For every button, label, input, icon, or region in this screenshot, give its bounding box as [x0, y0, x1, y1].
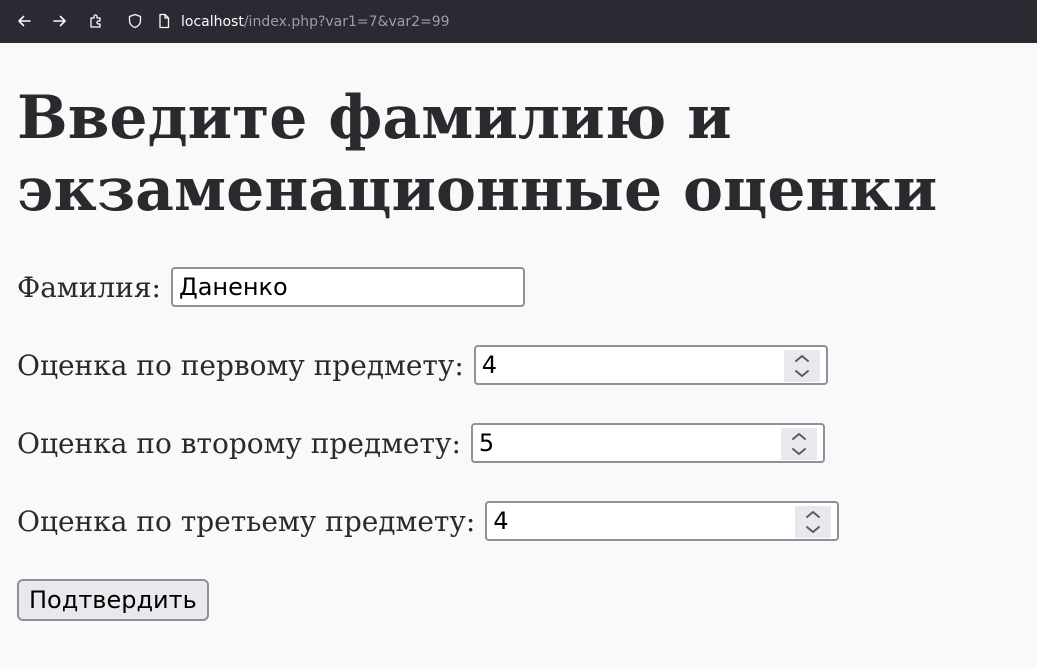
chevron-down-icon[interactable]	[781, 444, 817, 460]
submit-button[interactable]: Подтвердить	[17, 579, 209, 621]
grade2-label: Оценка по второму предмету:	[17, 426, 461, 460]
surname-input[interactable]	[178, 269, 469, 305]
back-arrow-icon[interactable]	[14, 11, 34, 31]
grade1-field[interactable]	[473, 345, 828, 385]
grade3-input[interactable]	[493, 503, 784, 539]
grade1-label: Оценка по первому предмету:	[17, 348, 464, 382]
url-host: localhost	[181, 14, 244, 30]
grade2-row: Оценка по второму предмету:	[17, 422, 825, 464]
grade2-input[interactable]	[478, 425, 769, 461]
grade2-spinner[interactable]	[780, 428, 817, 460]
puzzle-icon[interactable]	[86, 11, 106, 31]
chevron-down-icon[interactable]	[795, 522, 831, 538]
surname-label: Фамилия:	[17, 270, 161, 304]
grade3-spinner[interactable]	[795, 506, 832, 538]
grade3-row: Оценка по третьему предмету:	[17, 500, 840, 542]
surname-field[interactable]	[170, 267, 525, 307]
surname-row: Фамилия:	[17, 266, 525, 308]
browser-toolbar: localhost/index.php?var1=7&var2=99	[0, 0, 1037, 43]
url-bar[interactable]: localhost/index.php?var1=7&var2=99	[181, 12, 450, 32]
chevron-up-icon[interactable]	[795, 506, 831, 522]
grade3-field[interactable]	[485, 501, 840, 541]
grade1-input[interactable]	[481, 347, 772, 383]
chevron-up-icon[interactable]	[784, 350, 820, 366]
grade1-row: Оценка по первому предмету:	[17, 344, 828, 386]
shield-icon[interactable]	[125, 11, 145, 31]
chevron-up-icon[interactable]	[781, 428, 817, 444]
grade3-label: Оценка по третьему предмету:	[17, 504, 476, 538]
grade2-field[interactable]	[470, 423, 825, 463]
page-icon[interactable]	[154, 11, 174, 31]
page-title: Введите фамилию и экзаменационные оценки	[17, 83, 938, 225]
grade1-spinner[interactable]	[783, 350, 820, 382]
chevron-down-icon[interactable]	[784, 366, 820, 382]
forward-arrow-icon[interactable]	[50, 11, 70, 31]
url-path: /index.php?var1=7&var2=99	[243, 14, 450, 30]
